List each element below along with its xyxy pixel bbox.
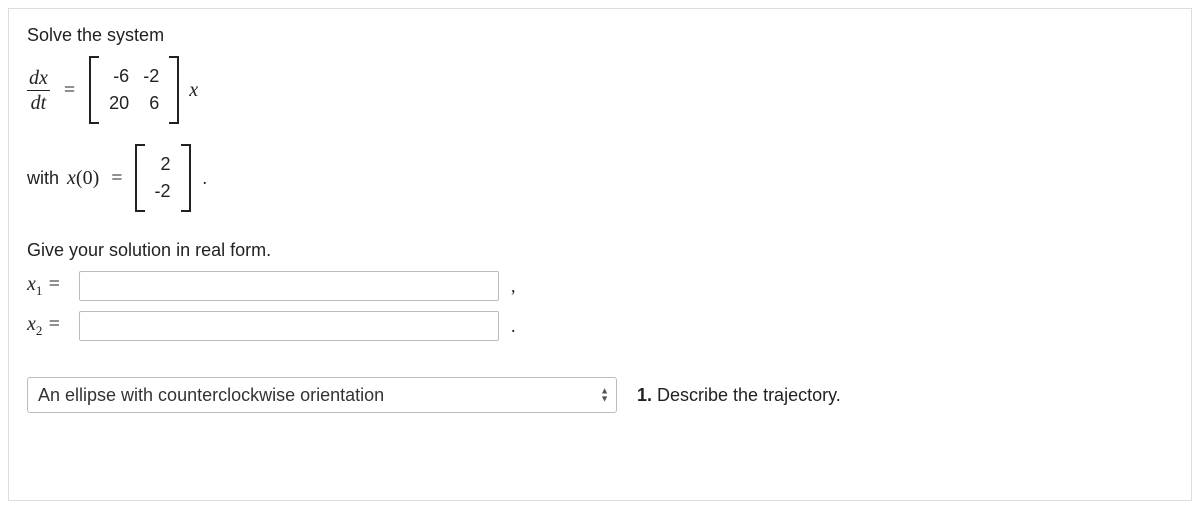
vector-v2: -2 — [155, 181, 171, 202]
question-text: Describe the trajectory. — [652, 385, 841, 405]
trajectory-row: An ellipse with counterclockwise orienta… — [27, 377, 1173, 413]
x1-eq: = — [42, 273, 61, 295]
x-of-zero: x(0) — [67, 167, 99, 190]
matrix-body: -6 -2 20 6 — [99, 56, 169, 124]
answer-row-x1: x1 = , — [27, 271, 1173, 301]
x2-trail: . — [511, 316, 516, 337]
vector-body: 2 -2 — [145, 144, 181, 212]
answer-row-x2: x2 = . — [27, 311, 1173, 341]
zero-arg: (0) — [76, 167, 99, 189]
fraction-bar — [27, 90, 50, 91]
system-equation: dx dt = -6 -2 20 6 x — [27, 56, 1173, 124]
with-label: with — [27, 168, 59, 189]
vector-v1: 2 — [161, 154, 171, 175]
x2-var: x — [27, 313, 36, 335]
ic-equals: = — [107, 167, 126, 190]
matrix-a12: -2 — [143, 66, 159, 87]
trajectory-question: 1. Describe the trajectory. — [637, 385, 841, 406]
trajectory-select-wrap: An ellipse with counterclockwise orienta… — [27, 377, 617, 413]
fraction-denominator: dt — [29, 92, 49, 114]
x-var: x — [67, 167, 76, 189]
bracket-right — [181, 144, 191, 212]
problem-container: Solve the system dx dt = -6 -2 20 6 x wi… — [8, 8, 1192, 501]
x2-input[interactable] — [79, 311, 499, 341]
x2-label: x2 = — [27, 313, 71, 339]
variable-x: x — [189, 79, 198, 102]
x1-var: x — [27, 273, 36, 295]
ic-period: . — [203, 168, 208, 189]
x2-eq: = — [42, 313, 61, 335]
matrix-a11: -6 — [113, 66, 129, 87]
prompt-text: Solve the system — [27, 25, 1173, 46]
matrix-a21: 20 — [109, 93, 129, 114]
fraction-numerator: dx — [27, 67, 50, 89]
matrix-a22: 6 — [149, 93, 159, 114]
derivative-fraction: dx dt — [27, 67, 50, 114]
trajectory-select[interactable]: An ellipse with counterclockwise orienta… — [27, 377, 617, 413]
initial-vector: 2 -2 — [135, 144, 191, 212]
bracket-left — [89, 56, 99, 124]
equals-sign: = — [60, 79, 79, 102]
coefficient-matrix: -6 -2 20 6 — [89, 56, 179, 124]
initial-condition: with x(0) = 2 -2 . — [27, 144, 1173, 212]
bracket-right — [169, 56, 179, 124]
x1-trail: , — [511, 276, 516, 297]
bracket-left — [135, 144, 145, 212]
x1-input[interactable] — [79, 271, 499, 301]
question-number: 1. — [637, 385, 652, 405]
instruction-text: Give your solution in real form. — [27, 240, 1173, 261]
x1-label: x1 = — [27, 273, 71, 299]
